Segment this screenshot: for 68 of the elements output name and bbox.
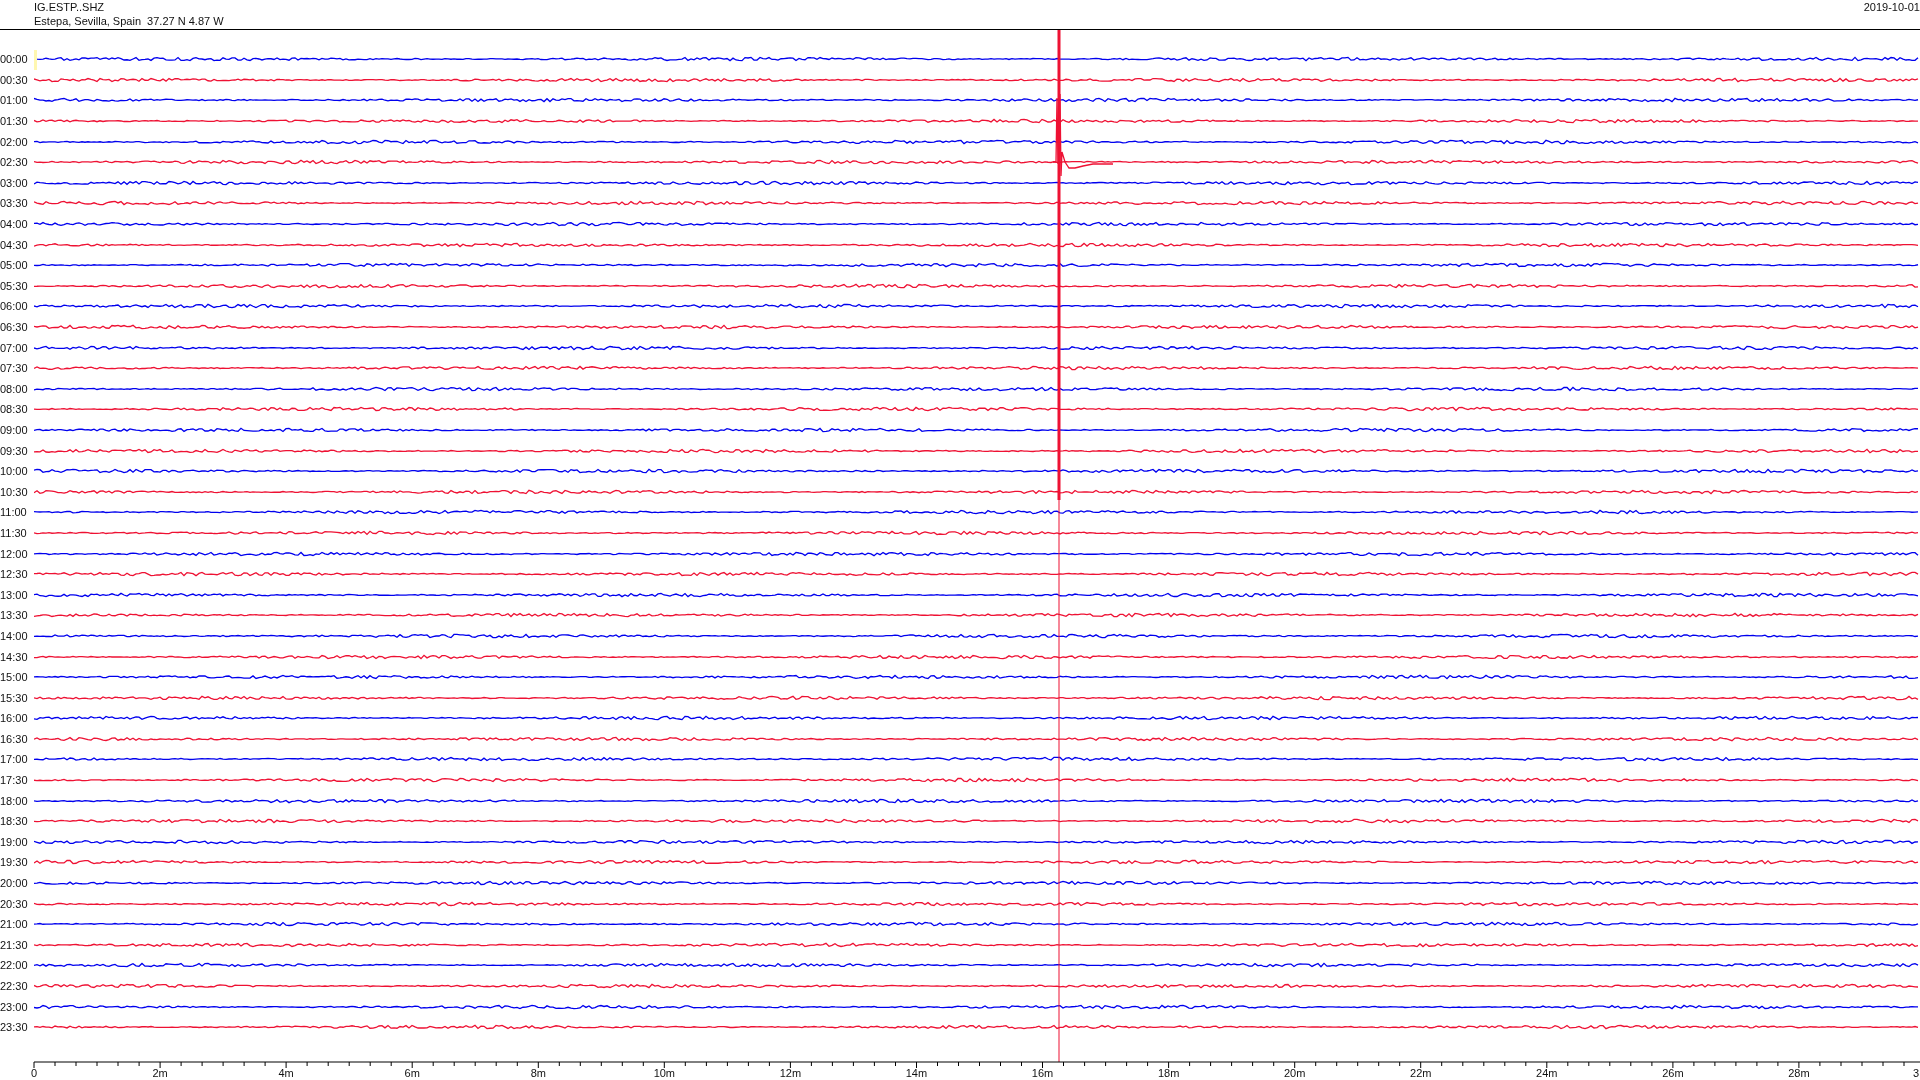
time-label: 16:30 bbox=[0, 732, 29, 745]
time-label: 14:30 bbox=[0, 650, 29, 663]
axis-tick-label: 12m bbox=[779, 1067, 802, 1079]
time-label: 01:30 bbox=[0, 115, 29, 128]
time-label: 01:00 bbox=[0, 94, 29, 107]
time-label: 05:30 bbox=[0, 279, 29, 292]
time-label: 12:00 bbox=[0, 547, 29, 560]
time-label: 08:00 bbox=[0, 382, 29, 395]
time-label: 23:30 bbox=[0, 1021, 29, 1034]
time-label: 10:30 bbox=[0, 485, 29, 498]
time-label: 17:00 bbox=[0, 753, 29, 766]
time-label: 04:00 bbox=[0, 218, 29, 231]
time-label: 06:30 bbox=[0, 321, 29, 333]
axis-tick-label: 8m bbox=[530, 1067, 546, 1079]
time-label: 13:00 bbox=[0, 588, 29, 601]
time-label: 15:30 bbox=[0, 691, 29, 704]
time-label: 08:30 bbox=[0, 403, 29, 416]
time-label: 17:30 bbox=[0, 774, 29, 787]
axis-tick-label: 0 bbox=[30, 1067, 38, 1079]
time-label: 14:00 bbox=[0, 629, 29, 642]
time-label: 21:00 bbox=[0, 918, 29, 931]
time-label: 03:00 bbox=[0, 176, 29, 189]
time-label: 22:00 bbox=[0, 959, 29, 972]
time-label: 19:30 bbox=[0, 856, 29, 869]
axis-tick-label: 18m bbox=[1157, 1067, 1180, 1079]
time-label: 21:30 bbox=[0, 938, 29, 951]
time-label: 11:00 bbox=[0, 506, 28, 519]
axis-tick-label: 16m bbox=[1031, 1067, 1054, 1079]
axis-tick-label: 14m bbox=[905, 1067, 928, 1079]
station-location: Estepa, Sevilla, Spain 37.27 N 4.87 W bbox=[34, 14, 224, 28]
time-label: 16:00 bbox=[0, 712, 29, 725]
axis-tick-label: 20m bbox=[1283, 1067, 1306, 1079]
axis-tick-label: 22m bbox=[1410, 1067, 1432, 1079]
time-label: 07:30 bbox=[0, 362, 29, 375]
axis-tick-label: 2m bbox=[152, 1067, 168, 1079]
time-label: 00:00 bbox=[0, 53, 29, 66]
time-label: 03:30 bbox=[0, 197, 29, 210]
time-label: 18:30 bbox=[0, 815, 29, 828]
axis-tick-label: 4m bbox=[278, 1067, 294, 1079]
time-label: 20:00 bbox=[0, 877, 29, 890]
axis-tick-label: 28m bbox=[1788, 1067, 1810, 1079]
time-label: 09:30 bbox=[0, 444, 29, 457]
axis-tick-label: 6m bbox=[404, 1067, 420, 1079]
time-label: 15:00 bbox=[0, 671, 29, 684]
date-label: 2019-10-01 bbox=[1863, 0, 1920, 15]
time-label: 22:30 bbox=[0, 980, 29, 992]
time-label: 11:30 bbox=[0, 526, 28, 539]
time-label: 04:30 bbox=[0, 238, 29, 251]
time-label: 02:30 bbox=[0, 156, 29, 169]
time-label: 09:00 bbox=[0, 424, 29, 436]
time-label: 10:00 bbox=[0, 465, 29, 478]
axis-tick-label: 3 bbox=[1913, 1067, 1920, 1079]
axis-tick-label: 10m bbox=[653, 1067, 676, 1079]
time-label: 18:00 bbox=[0, 794, 29, 807]
station-code: IG.ESTP..SHZ bbox=[34, 0, 106, 14]
time-label: 06:00 bbox=[0, 300, 29, 313]
time-label: 00:30 bbox=[0, 73, 29, 86]
time-label: 13:30 bbox=[0, 609, 29, 622]
time-label: 02:00 bbox=[0, 135, 29, 148]
time-label: 23:00 bbox=[0, 1000, 29, 1013]
axis-tick-label: 26m bbox=[1662, 1067, 1684, 1079]
axis-tick-label: 24m bbox=[1536, 1067, 1558, 1079]
time-label: 07:00 bbox=[0, 341, 29, 354]
time-label: 19:00 bbox=[0, 835, 29, 848]
current-time-marker bbox=[34, 50, 37, 70]
time-label: 20:30 bbox=[0, 897, 29, 910]
time-label: 05:00 bbox=[0, 259, 29, 272]
time-label: 12:30 bbox=[0, 568, 29, 581]
